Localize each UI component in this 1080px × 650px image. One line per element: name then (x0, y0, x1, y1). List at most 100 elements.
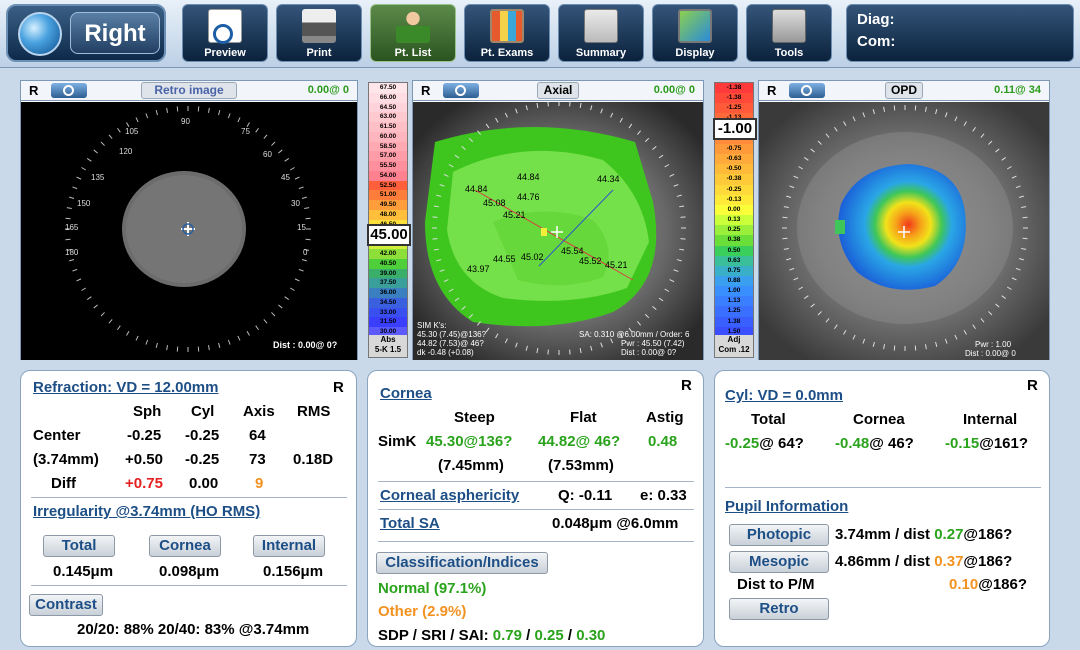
simk-label: SimK (378, 433, 417, 450)
cyl-cornea-value: -0.48@ 46? (835, 435, 914, 452)
summary-button[interactable]: Summary (558, 4, 644, 62)
refraction-title[interactable]: Refraction: VD = 12.00mm (33, 379, 219, 396)
opd-color-scale[interactable]: -1.38-1.38-1.25-1.13-1.00-1.00-0.88-0.75… (713, 82, 757, 358)
total-rms-value: 0.145μm (53, 563, 114, 580)
cornea-title[interactable]: Cornea (380, 385, 432, 402)
axial-title[interactable]: Axial (537, 82, 579, 99)
cyl-total-axis: @ 64? (759, 435, 804, 452)
divider (725, 487, 1041, 488)
svg-text:150: 150 (77, 199, 91, 208)
sph-value: -0.25 (127, 427, 162, 444)
opd-title[interactable]: OPD (885, 82, 923, 99)
svg-text:45: 45 (281, 173, 290, 182)
tools-button[interactable]: Tools (746, 4, 832, 62)
axial-panel-header: R Axial 0.00@ 0 (413, 81, 703, 101)
svg-text:105: 105 (125, 127, 139, 136)
scale-cell: 52.50 (369, 180, 407, 191)
svg-text:90: 90 (181, 117, 190, 126)
flat-mm-value: (7.53mm) (548, 457, 614, 474)
opd-eye-label: R (767, 83, 777, 98)
retro-eye-label: R (29, 83, 39, 98)
scale-cell: 55.50 (369, 161, 407, 171)
diagnosis-comment-box[interactable]: Diag: Com: (846, 4, 1074, 62)
axial-reading: 44.84 (517, 172, 540, 182)
scale-cell: 0.50 (715, 245, 753, 256)
scale-cell: 51.00 (369, 190, 407, 201)
scale-cell: 1.00 (715, 286, 753, 297)
photopic-button[interactable]: Photopic (729, 524, 829, 546)
sdp-value: 0.79 (492, 627, 522, 644)
scale-footer: Abs 5-K 1.5 (369, 335, 407, 357)
steep-header: Steep (454, 409, 495, 426)
scale-cell: 67.50 (369, 83, 407, 93)
sph-value: +0.75 (125, 475, 163, 492)
mesopic-button[interactable]: Mesopic (729, 551, 829, 573)
zoom-icon[interactable] (789, 83, 825, 98)
opd-value: 0.11@ 34 (994, 84, 1041, 96)
contrast-button[interactable]: Contrast (29, 594, 103, 616)
patient-exams-label: Pt. Exams (480, 47, 534, 59)
scale-cell: -1.25 (715, 103, 753, 114)
axial-simk-flat: 44.82 (7.53)@ 46? (417, 339, 484, 348)
axial-reading: 45.08 (483, 198, 506, 208)
total-sa-title[interactable]: Total SA (380, 515, 440, 532)
cornea-panel: Cornea R Steep Flat Astig SimK 45.30@136… (367, 370, 704, 647)
retro-button[interactable]: Retro (729, 598, 829, 620)
classification-button[interactable]: Classification/Indices (376, 552, 548, 574)
display-label: Display (675, 47, 715, 59)
divider (378, 509, 694, 510)
axis-value: 9 (255, 475, 264, 492)
axial-simk-title: SIM K's: (417, 321, 447, 330)
asphericity-title[interactable]: Corneal asphericity (380, 487, 519, 504)
eye-label: Right (70, 12, 160, 54)
total-button[interactable]: Total (43, 535, 115, 557)
svg-text:120: 120 (119, 147, 133, 156)
photopic-text: 3.74mm / dist (835, 526, 931, 543)
scale-cell: 1.25 (715, 306, 753, 317)
cyl-internal-value: -0.15@161? (945, 435, 1028, 452)
total-sa-value: 0.048μm @6.0mm (552, 515, 679, 532)
dist-to-pm-label: Dist to P/M (737, 576, 815, 593)
zoom-icon[interactable] (443, 83, 479, 98)
axis-value: 64 (249, 427, 266, 444)
scale-cell: 57.00 (369, 151, 407, 162)
cornea-button[interactable]: Cornea (149, 535, 221, 557)
patient-exams-button[interactable]: Pt. Exams (464, 4, 550, 62)
photopic-number: 0.27 (934, 526, 964, 543)
cyl-title[interactable]: Cyl: VD = 0.0mm (725, 387, 843, 404)
scale-cell: 0.63 (715, 255, 753, 266)
display-button[interactable]: Display (652, 4, 738, 62)
axis-header: Axis (243, 403, 275, 420)
irregularity-title[interactable]: Irregularity @3.74mm (HO RMS) (33, 503, 260, 520)
scale-cell: -0.50 (715, 164, 753, 175)
retro-title[interactable]: Retro image (141, 82, 237, 99)
svg-text:60: 60 (263, 150, 272, 159)
comment-label: Com: (857, 33, 896, 50)
divider (31, 497, 347, 498)
axial-reading: 44.76 (517, 192, 540, 202)
scale-cell: 39.00 (369, 268, 407, 279)
retro-value: 0.00@ 0 (307, 84, 349, 96)
mesopic-axis: @186? (963, 553, 1013, 570)
preview-button[interactable]: Preview (182, 4, 268, 62)
rms-value: 0.18D (293, 451, 334, 468)
axial-map-view[interactable]: 44.84 44.34 44.84 44.76 45.08 45.21 44.55 45.02… (413, 102, 703, 360)
patient-list-button[interactable]: Pt. List (370, 4, 456, 62)
cyl-internal-number: -0.15 (945, 435, 980, 452)
axial-color-scale[interactable]: 67.50 66.00 64.50 63.00 61.50 60.00 58.50 57.00… (367, 82, 411, 358)
cyl-total-number: -0.25 (725, 435, 760, 452)
opd-map-view[interactable]: Pwr : 1.00 Dist : 0.00@ 0 (759, 102, 1049, 360)
scale-cell: 60.00 (369, 131, 407, 142)
scale-current-value: 45.00 (367, 223, 411, 246)
pupil-info-title[interactable]: Pupil Information (725, 498, 848, 515)
patient-list-label: Pt. List (394, 47, 432, 59)
cyl-internal-axis: @161? (979, 435, 1029, 452)
zoom-icon[interactable] (51, 83, 87, 98)
internal-button[interactable]: Internal (253, 535, 325, 557)
scale-cell: 40.50 (369, 258, 407, 269)
print-button[interactable]: Print (276, 4, 362, 62)
svg-text:15: 15 (297, 223, 306, 232)
retro-image-view[interactable]: 105 90 75 120 135 150 165 180 60 45 30 1… (21, 102, 357, 360)
eye-selector-button[interactable]: Right (6, 4, 166, 62)
axial-map-panel: R Axial 0.00@ 0 44.84 44.34 44.84 44.76 45.0… (412, 80, 704, 360)
